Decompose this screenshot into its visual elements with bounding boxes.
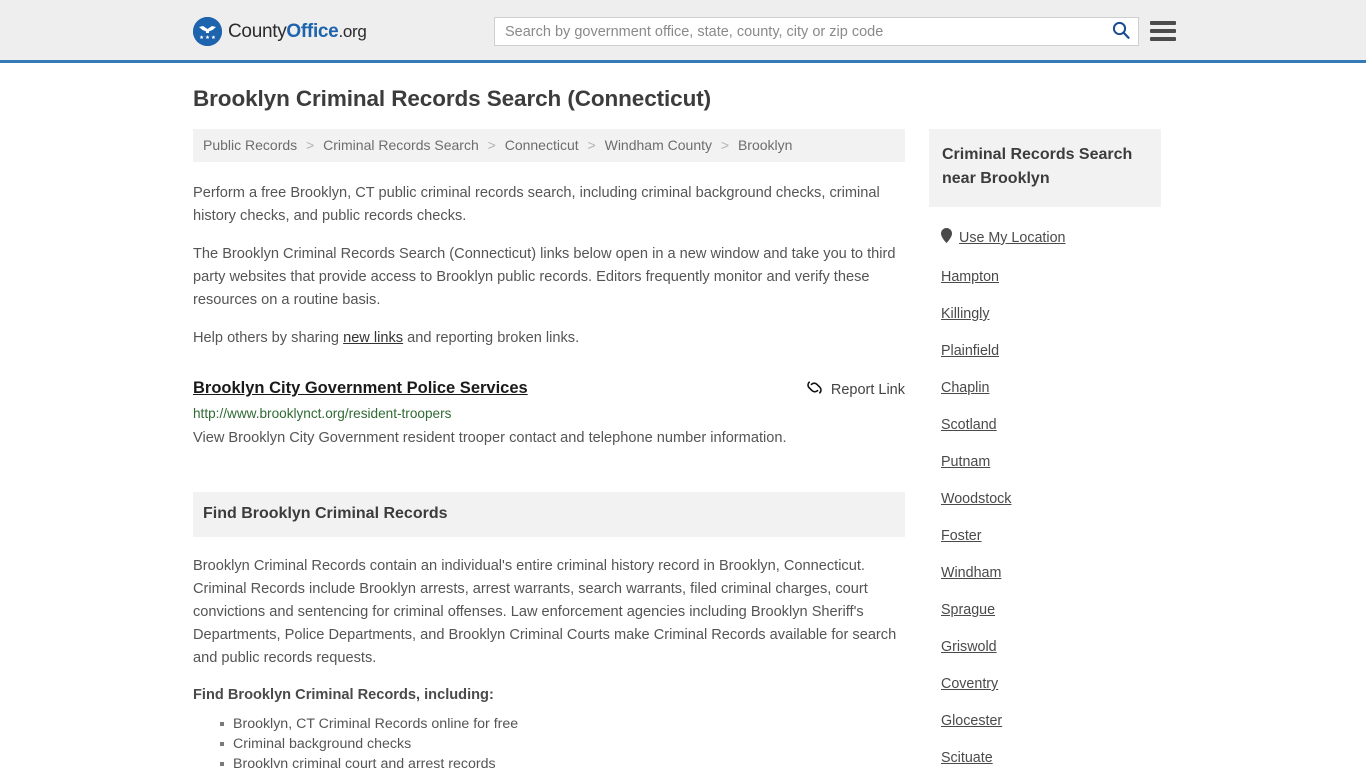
hamburger-menu-icon-bar [1150,37,1176,41]
sidebar-link[interactable]: Glocester [941,713,1002,729]
sidebar-heading: Criminal Records Search near Brooklyn [929,129,1161,207]
eagle-seal-icon [193,17,222,46]
brand-county: County [228,21,287,42]
breadcrumb-item-public-records[interactable]: Public Records [203,137,297,153]
search-icon [1112,21,1130,42]
share-text-before: Help others by sharing [193,330,344,346]
sidebar-link[interactable]: Woodstock [941,491,1011,507]
sidebar-item-use-my-location[interactable]: Use My Location [941,207,1161,258]
section-paragraph: Brooklyn Criminal Records contain an ind… [193,558,897,666]
sidebar-link[interactable]: Scituate [941,750,993,766]
sidebar-link[interactable]: Griswold [941,639,997,655]
sidebar-item-coventry[interactable]: Coventry [941,665,1161,702]
sidebar-item-sprague[interactable]: Sprague [941,591,1161,628]
sidebar-link[interactable]: Plainfield [941,343,999,359]
breadcrumb-separator: > [587,137,596,153]
use-my-location-link[interactable]: Use My Location [959,230,1065,246]
sidebar-link[interactable]: Hampton [941,269,999,285]
breadcrumb-item-connecticut[interactable]: Connecticut [505,137,579,153]
breadcrumb-item-brooklyn[interactable]: Brooklyn [738,137,792,153]
page-title: Brooklyn Criminal Records Search (Connec… [193,86,712,111]
breadcrumb: Public Records > Criminal Records Search… [193,129,905,162]
sidebar-link[interactable]: Killingly [941,306,989,322]
sidebar-link[interactable]: Windham [941,565,1001,581]
sidebar-item-griswold[interactable]: Griswold [941,628,1161,665]
intro-paragraph-3: Help others by sharing new links and rep… [193,327,905,350]
breadcrumb-item-criminal-records-search[interactable]: Criminal Records Search [323,137,479,153]
sidebar-item-hampton[interactable]: Hampton [941,258,1161,295]
section-subheading: Find Brooklyn Criminal Records, includin… [193,687,494,703]
list-item: Brooklyn, CT Criminal Records online for… [220,714,905,734]
sidebar-link[interactable]: Putnam [941,454,990,470]
sidebar-item-windham[interactable]: Windham [941,554,1161,591]
find-records-section: Find Brooklyn Criminal Records Brooklyn … [193,492,905,768]
page-body: Brooklyn Criminal Records Search (Connec… [0,63,1366,768]
sidebar-item-killingly[interactable]: Killingly [941,295,1161,332]
breadcrumb-separator: > [487,137,496,153]
search-result-item: Brooklyn City Government Police Services… [193,378,905,448]
sidebar-item-woodstock[interactable]: Woodstock [941,480,1161,517]
search-button[interactable] [1104,18,1138,45]
sidebar-link[interactable]: Scotland [941,417,997,433]
breadcrumb-separator: > [306,137,315,153]
report-link-button[interactable]: Report Link [806,378,905,400]
site-logo-text: CountyOffice.org [228,22,367,41]
records-bullet-list: Brooklyn, CT Criminal Records online for… [193,714,905,768]
sidebar-item-scituate[interactable]: Scituate [941,739,1161,768]
hamburger-menu-icon [1150,21,1176,25]
sidebar-link[interactable]: Sprague [941,602,995,618]
result-header-row: Brooklyn City Government Police Services… [193,378,905,400]
sidebar-item-putnam[interactable]: Putnam [941,443,1161,480]
hamburger-menu-button[interactable] [1150,18,1176,44]
breadcrumb-separator: > [720,137,730,153]
intro-paragraph-2: The Brooklyn Criminal Records Search (Co… [193,246,896,308]
sidebar-item-scotland[interactable]: Scotland [941,406,1161,443]
result-description: View Brooklyn City Government resident t… [193,430,787,446]
sidebar-item-glocester[interactable]: Glocester [941,702,1161,739]
sidebar-link[interactable]: Foster [941,528,982,544]
site-header: CountyOffice.org [0,0,1366,63]
sidebar-item-plainfield[interactable]: Plainfield [941,332,1161,369]
sidebar-nearby-list: Use My Location Hampton Killingly Plainf… [929,207,1161,768]
share-text-after: and reporting broken links. [403,330,580,346]
search-bar [494,17,1139,46]
section-body: Brooklyn Criminal Records contain an ind… [193,537,905,768]
section-heading: Find Brooklyn Criminal Records [193,492,905,537]
site-logo[interactable]: CountyOffice.org [193,17,367,46]
list-item: Brooklyn criminal court and arrest recor… [220,754,905,768]
map-pin-icon [941,228,952,248]
list-item: Criminal background checks [220,734,905,754]
brand-office: Office [286,21,339,42]
sidebar-link[interactable]: Chaplin [941,380,989,396]
content-columns: Public Records > Criminal Records Search… [193,129,1173,768]
main-column: Public Records > Criminal Records Search… [193,129,905,768]
search-input[interactable] [495,18,1104,45]
sidebar-item-chaplin[interactable]: Chaplin [941,369,1161,406]
result-title-link[interactable]: Brooklyn City Government Police Services [193,378,528,398]
intro-paragraph-1: Perform a free Brooklyn, CT public crimi… [193,185,880,224]
sidebar: Criminal Records Search near Brooklyn Us… [929,129,1161,768]
sidebar-link[interactable]: Coventry [941,676,998,692]
report-link-label: Report Link [830,381,905,398]
breadcrumb-item-windham-county[interactable]: Windham County [605,137,712,153]
new-links-link[interactable]: new links [343,330,403,346]
brand-org: .org [338,22,367,41]
hamburger-menu-icon-bar [1150,29,1176,33]
result-url[interactable]: http://www.brooklynct.org/resident-troop… [193,405,905,423]
content-container: Brooklyn Criminal Records Search (Connec… [193,63,1173,768]
sidebar-item-foster[interactable]: Foster [941,517,1161,554]
broken-link-icon [806,379,823,400]
